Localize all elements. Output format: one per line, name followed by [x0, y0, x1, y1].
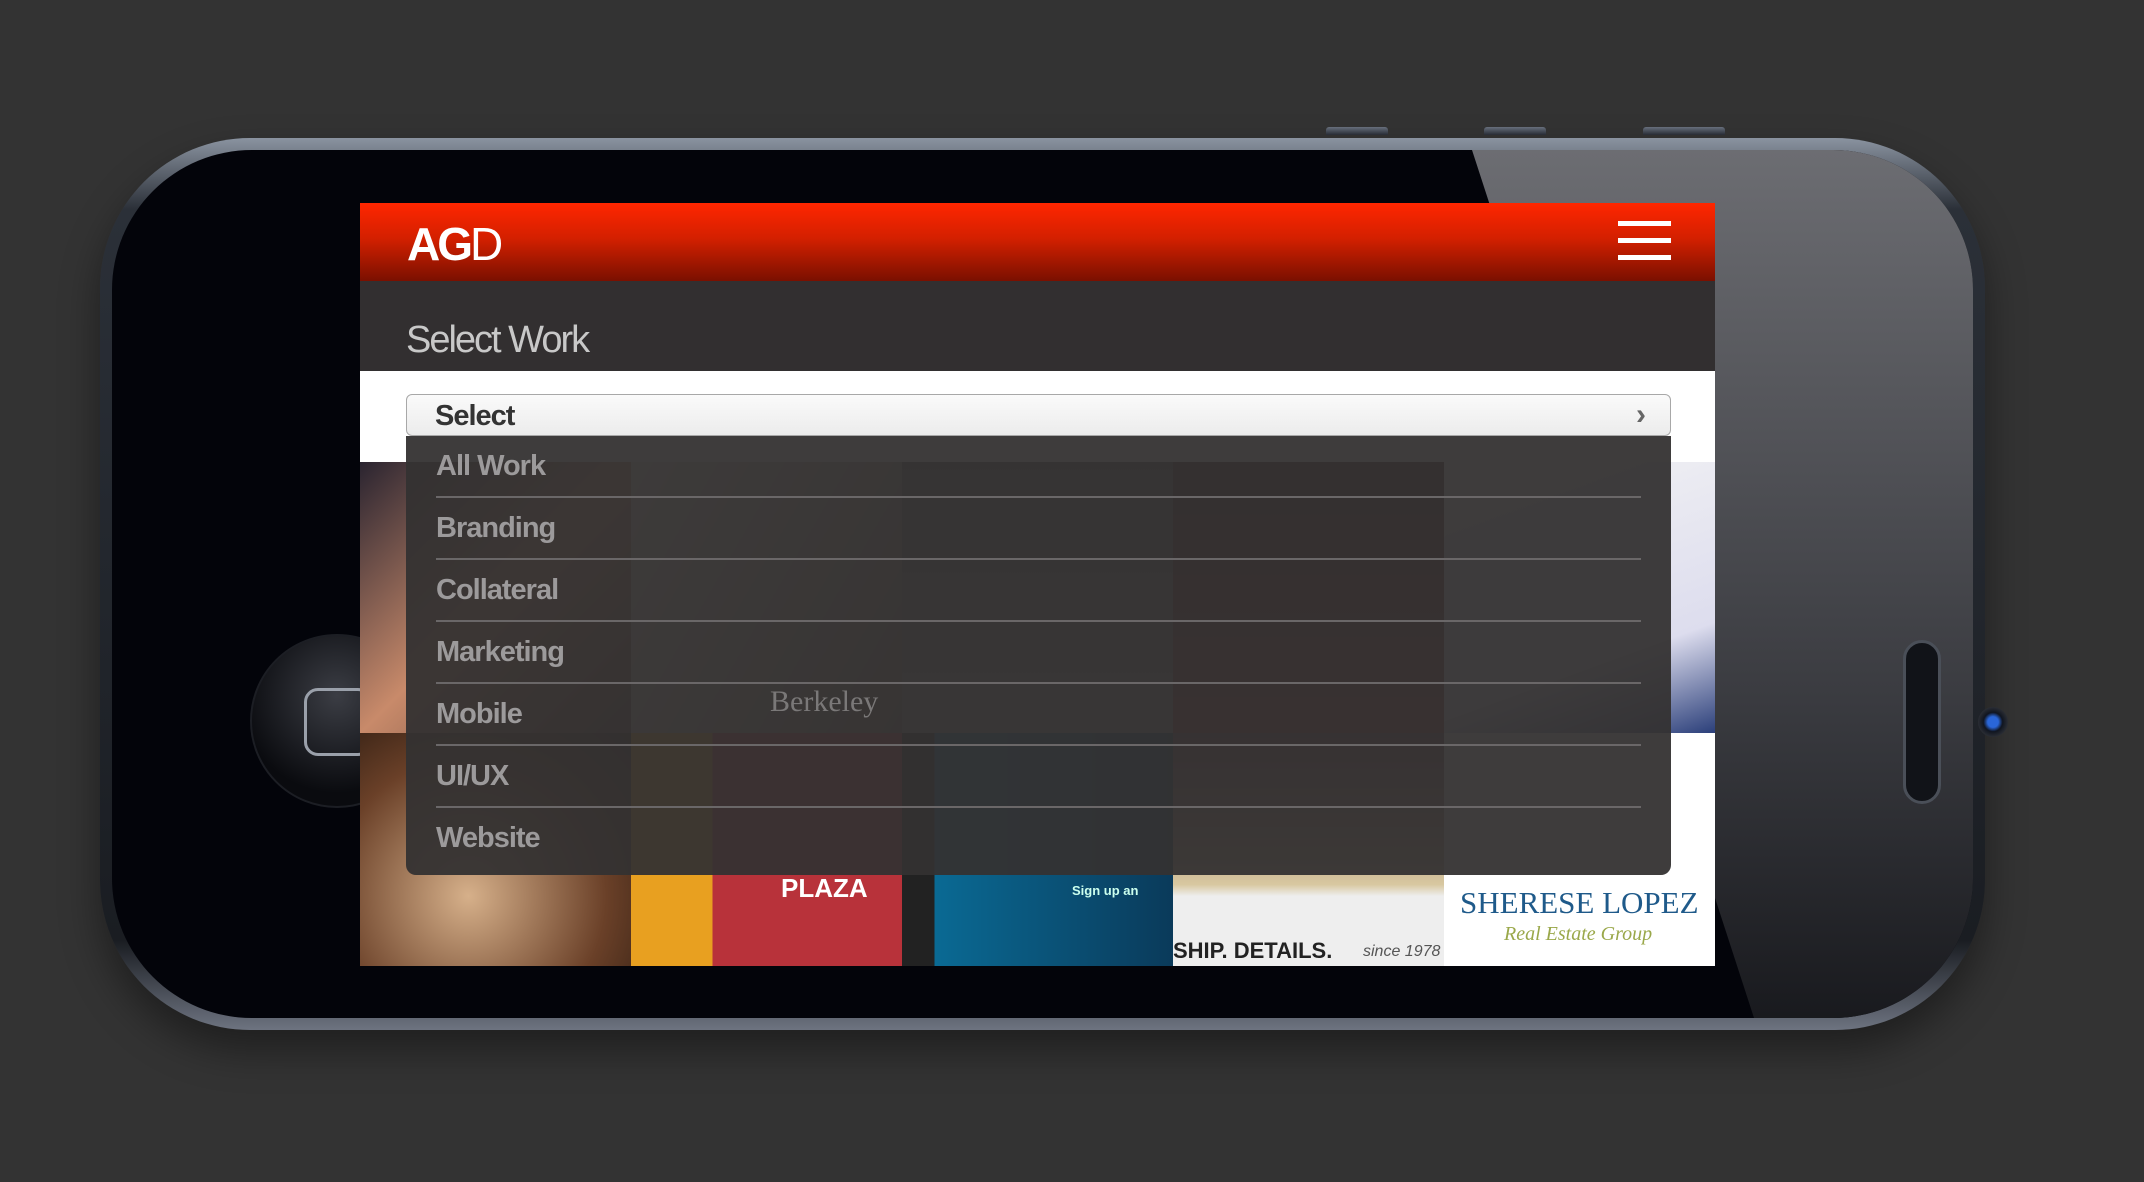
camera-icon	[1978, 707, 2008, 737]
option-label: Collateral	[436, 574, 559, 606]
page-title: Select Work	[406, 319, 590, 361]
work-category-select[interactable]: Select ›	[406, 394, 1671, 436]
option-ui-ux[interactable]: UI/UX	[436, 746, 1641, 808]
option-website[interactable]: Website	[436, 808, 1641, 868]
thumbnail-text: Sign up an	[1072, 883, 1139, 898]
thumbnail-text: Real Estate Group	[1504, 923, 1653, 945]
title-bar: Select Work	[360, 281, 1715, 371]
category-dropdown: All Work Branding Collateral Marketing M…	[406, 436, 1671, 875]
option-label: Website	[436, 822, 541, 854]
option-label: Mobile	[436, 698, 523, 730]
hamburger-icon[interactable]	[1618, 221, 1671, 261]
option-label: All Work	[436, 450, 546, 482]
thumbnail-text: PLAZA	[781, 873, 868, 903]
app-header: AGD	[360, 203, 1715, 281]
phone-volume-button	[1484, 127, 1546, 135]
phone-speaker	[1903, 640, 1941, 804]
option-collateral[interactable]: Collateral	[436, 560, 1641, 622]
select-label: Select	[435, 400, 515, 432]
thumbnail-text: since 1978	[1363, 943, 1441, 960]
option-mobile[interactable]: Mobile	[436, 684, 1641, 746]
thumbnail-text: SHIP. DETAILS.	[1173, 938, 1333, 963]
thumbnail-text: SHERESE LOPEZ	[1460, 885, 1699, 920]
option-all-work[interactable]: All Work	[436, 436, 1641, 498]
logo-bold: AG	[407, 218, 473, 270]
app-screen: AGD Select Work PLAZA Sign up an SHIP. D…	[360, 203, 1715, 966]
option-branding[interactable]: Branding	[436, 498, 1641, 560]
phone-volume-button	[1326, 127, 1388, 135]
option-marketing[interactable]: Marketing	[436, 622, 1641, 684]
chevron-right-icon: ›	[1636, 398, 1646, 431]
agd-logo[interactable]: AGD	[407, 217, 503, 271]
option-label: Branding	[436, 512, 556, 544]
option-label: UI/UX	[436, 760, 509, 792]
logo-light: D	[470, 218, 503, 270]
phone-power-button	[1643, 127, 1725, 135]
option-label: Marketing	[436, 636, 565, 668]
